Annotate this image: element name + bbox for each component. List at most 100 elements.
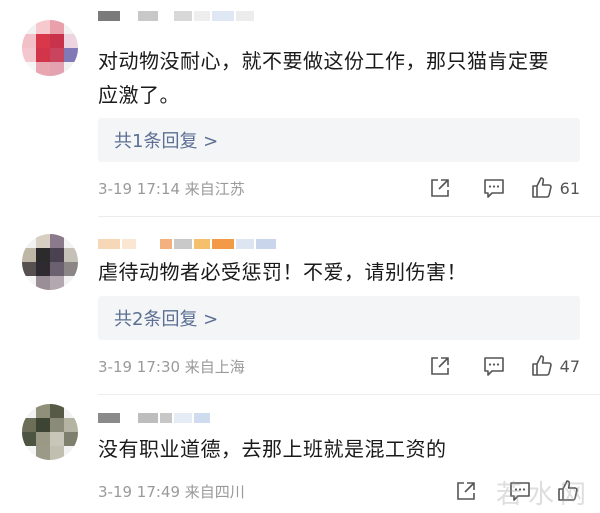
avatar-pixel [22,62,36,76]
username-pixel [138,413,158,423]
comment-text-line: 应激了。 [98,83,180,107]
avatar-pixel [22,418,36,432]
comment-icon[interactable] [482,176,506,200]
avatar-pixel [64,276,78,290]
username-pixel [194,413,210,423]
comment-text: 虐待动物者必受惩罚！不爱，请别伤害！ [98,255,588,289]
avatar[interactable] [22,404,78,460]
avatar-pixel [36,404,50,418]
username-pixel [122,413,136,423]
avatar-pixel [36,248,50,262]
username-pixel [160,413,172,423]
thumbs-up-icon[interactable] [530,176,554,200]
avatar-pixel [50,62,64,76]
reply-count-link[interactable]: 共1条回复 > [114,127,218,153]
comment-icon[interactable] [482,354,506,378]
username-pixel [98,11,120,21]
timestamp: 3-19 17:14 来自江苏 [98,179,245,198]
share-icon[interactable] [454,479,478,503]
username-blurred[interactable] [98,236,276,252]
avatar-pixel [64,234,78,248]
timestamp: 3-19 17:49 来自四川 [98,482,245,501]
avatar-pixel [22,48,36,62]
avatar-pixel [36,276,50,290]
avatar-pixel [36,234,50,248]
avatar-pixel [36,20,50,34]
username-pixel [174,11,192,21]
thumbs-up-icon[interactable] [530,354,554,378]
avatar-pixel [50,446,64,460]
username-pixel [98,413,120,423]
reply-box[interactable]: 共1条回复 > [98,118,580,162]
username-pixel [138,11,158,21]
avatar-pixel [36,432,50,446]
avatar-pixel [22,248,36,262]
avatar-pixel [50,248,64,262]
avatar-pixel [64,418,78,432]
avatar-pixel [36,418,50,432]
username-pixel [122,239,136,249]
username-pixel [160,239,172,249]
avatar-pixel [64,432,78,446]
divider [98,216,600,217]
avatar-pixel [50,34,64,48]
avatar-pixel [22,234,36,248]
avatar-pixel [64,20,78,34]
avatar-pixel [36,446,50,460]
username-pixel [212,11,234,21]
avatar-pixel [50,20,64,34]
comment-text: 没有职业道德，去那上班就是混工资的 [98,432,588,466]
username-pixel [236,239,254,249]
share-icon[interactable] [428,354,452,378]
comment-text: 对动物没耐心，就不要做这份工作，那只猫肯定要 应激了。 [98,44,588,112]
username-pixel [194,11,210,21]
avatar-pixel [50,48,64,62]
avatar-pixel [50,404,64,418]
username-pixel [212,239,234,249]
reply-box[interactable]: 共2条回复 > [98,296,580,340]
avatar-pixel [64,248,78,262]
avatar-pixel [50,276,64,290]
avatar-pixel [50,262,64,276]
comment-text-line: 没有职业道德，去那上班就是混工资的 [98,437,447,461]
like-count: 47 [559,356,580,376]
comment-text-line: 虐待动物者必受惩罚！不爱，请别伤害！ [98,260,467,284]
avatar-pixel [22,34,36,48]
username-pixel [122,11,136,21]
reply-count-link[interactable]: 共2条回复 > [114,305,218,331]
avatar-pixel [64,262,78,276]
username-pixel [160,11,172,21]
timestamp: 3-19 17:30 来自上海 [98,357,245,376]
avatar-pixel [64,48,78,62]
avatar-pixel [22,432,36,446]
avatar[interactable] [22,234,78,290]
avatar-pixel [22,446,36,460]
username-blurred[interactable] [98,8,254,24]
meta-row: 3-19 17:14 来自江苏 61 [98,176,588,200]
avatar[interactable] [22,20,78,76]
username-pixel [174,239,192,249]
meta-row: 3-19 17:30 来自上海 47 [98,354,588,378]
avatar-pixel [64,62,78,76]
username-pixel [98,239,120,249]
divider [98,394,600,395]
like-count: 61 [559,178,580,198]
share-icon[interactable] [428,176,452,200]
avatar-pixel [36,48,50,62]
avatar-pixel [22,262,36,276]
avatar-pixel [50,234,64,248]
comment-text-line: 对动物没耐心，就不要做这份工作，那只猫肯定要 [98,49,549,73]
avatar-pixel [64,34,78,48]
avatar-pixel [22,20,36,34]
username-pixel [256,239,276,249]
avatar-pixel [64,446,78,460]
action-bar: 47 [428,354,580,378]
avatar-pixel [22,404,36,418]
avatar-pixel [22,276,36,290]
avatar-pixel [36,34,50,48]
username-blurred[interactable] [98,410,210,426]
username-pixel [194,239,210,249]
watermark: 若水网 [495,480,592,510]
avatar-pixel [36,62,50,76]
username-pixel [174,413,192,423]
